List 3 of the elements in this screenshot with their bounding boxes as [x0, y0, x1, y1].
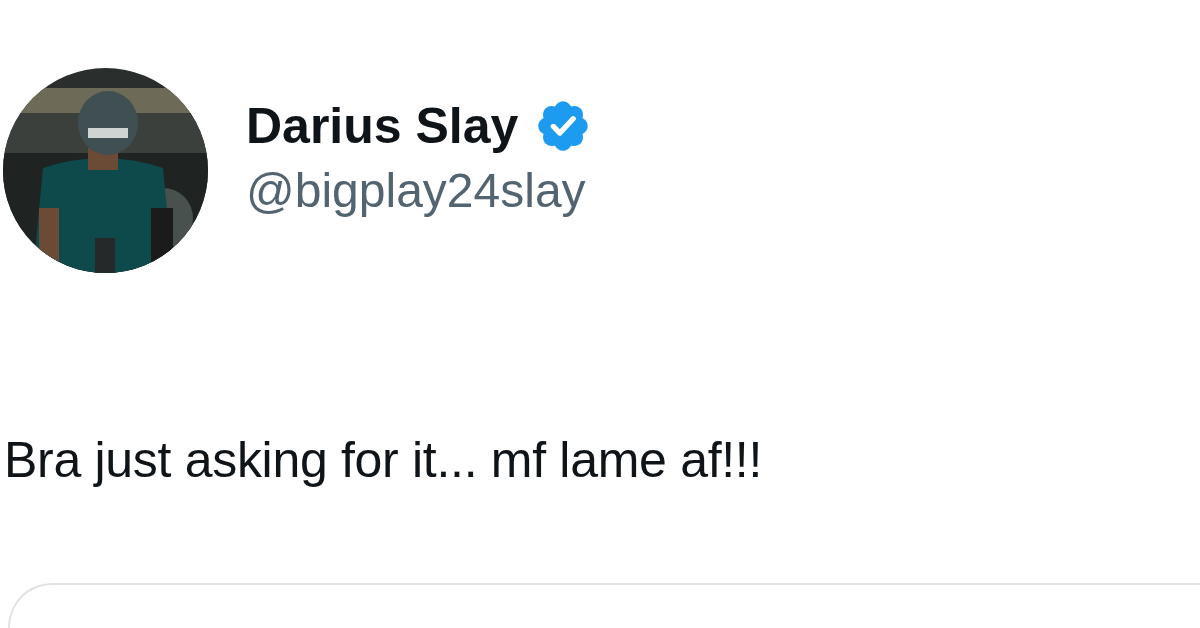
author-name[interactable]: Darius Slay	[246, 95, 519, 156]
author-handle[interactable]: @bigplay24slay	[246, 161, 593, 220]
tweet-text: Bra just asking for it... mf lame af!!!	[4, 431, 763, 490]
